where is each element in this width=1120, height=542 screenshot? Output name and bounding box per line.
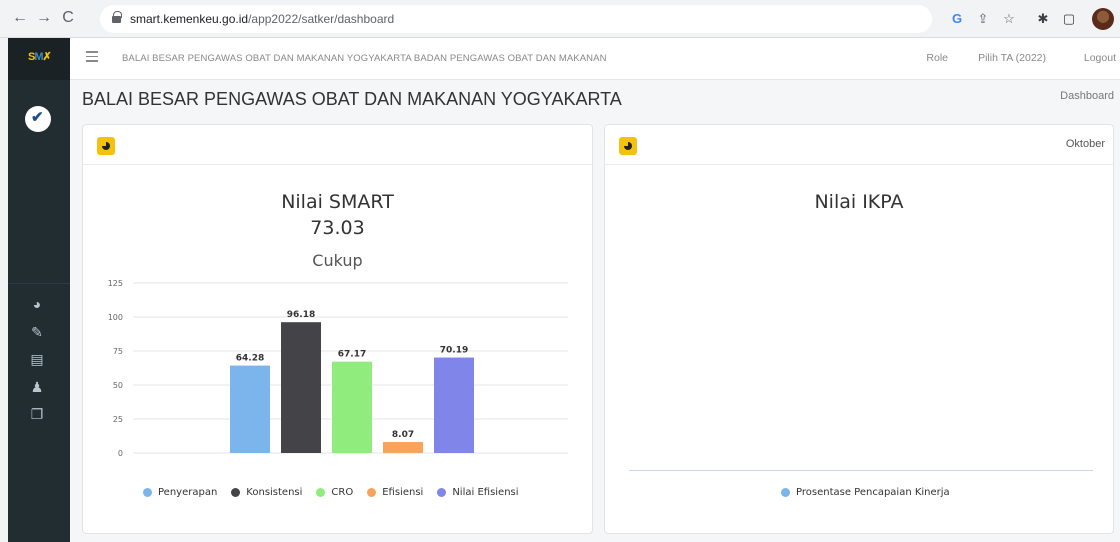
smart-score: 73.03 (310, 217, 365, 239)
sidepanel-icon[interactable]: ▢ (1060, 10, 1078, 28)
legend-dot (316, 488, 326, 497)
bar-nilai-efisiensi[interactable] (434, 357, 474, 453)
legend-item[interactable]: Nilai Efisiensi (437, 487, 519, 498)
smart-title: Nilai SMART (281, 191, 394, 213)
logout-link[interactable]: Logout (1084, 52, 1116, 64)
legend-dot (231, 488, 241, 497)
document-icon[interactable]: ▤ (27, 349, 47, 369)
legend-label: CRO (331, 487, 354, 498)
data-label: 70.19 (440, 346, 468, 356)
app-logo: SM✗ (28, 51, 52, 63)
browser-toolbar: ← → C smart.kemenkeu.go.id/app2022/satke… (0, 0, 1120, 38)
hamburger-menu-icon[interactable] (86, 51, 98, 62)
smart-category: Cukup (312, 251, 363, 270)
month-label[interactable]: Oktober (1066, 138, 1105, 150)
sidebar-divider (8, 283, 70, 284)
bar-efisiensi[interactable] (383, 442, 423, 453)
page-title: BALAI BESAR PENGAWAS OBAT DAN MAKANAN YO… (82, 89, 622, 109)
logo-area[interactable]: SM✗ (8, 38, 70, 80)
reload-icon[interactable]: C (58, 8, 78, 28)
y-tick-label: 25 (113, 415, 123, 424)
user-icon[interactable]: ♟ (27, 377, 47, 397)
app-header: BALAI BESAR PENGAWAS OBAT DAN MAKANAN YO… (70, 38, 1120, 80)
ikpa-title: Nilai IKPA (814, 191, 904, 213)
edit-icon[interactable]: ✎ (27, 322, 47, 342)
forward-icon[interactable]: → (34, 8, 54, 28)
header-title: BALAI BESAR PENGAWAS OBAT DAN MAKANAN YO… (122, 53, 607, 64)
y-tick-label: 75 (113, 347, 123, 356)
legend-dot (367, 488, 377, 497)
back-icon[interactable]: ← (10, 8, 30, 28)
legend-dot (781, 488, 790, 497)
ikpa-score-card: Oktober Nilai IKPA Prosentase Pencapaian… (604, 124, 1114, 534)
data-label: 64.28 (236, 354, 264, 364)
card-header (83, 125, 592, 165)
share-icon[interactable]: ⇪ (974, 10, 992, 28)
legend-label: Konsistensi (246, 487, 303, 498)
legend-label: Nilai Efisiensi (452, 487, 519, 498)
smart-score-card: Nilai SMART 73.03 Cukup 0 25 50 75 100 125 64.… (82, 124, 593, 534)
legend-item[interactable]: Konsistensi (231, 487, 302, 498)
legend-dot (437, 488, 447, 497)
y-tick-label: 125 (108, 279, 123, 288)
profile-avatar[interactable] (1092, 8, 1114, 30)
breadcrumb[interactable]: Dashboard (1060, 90, 1114, 102)
data-label: 67.17 (338, 350, 366, 360)
legend-item[interactable]: CRO (316, 487, 353, 498)
lock-icon (112, 11, 122, 23)
select-fiscal-year-link[interactable]: Pilih TA (2022) (978, 52, 1046, 64)
legend-label: Efisiensi (382, 487, 424, 498)
data-label: 8.07 (392, 430, 414, 440)
url-text: smart.kemenkeu.go.id/app2022/satker/dash… (130, 12, 395, 26)
legend-dot (143, 488, 152, 497)
chart-legend: Penyerapan Konsistensi CRO Efisiensi Nilai E… (143, 487, 519, 498)
legend-item[interactable]: Prosentase Pencapaian Kinerja (781, 487, 950, 498)
card-header: Oktober (605, 125, 1113, 165)
legend-label: Penyerapan (158, 487, 218, 498)
ikpa-legend: Prosentase Pencapaian Kinerja (781, 487, 950, 498)
dashboard-icon[interactable]: ◕ (27, 294, 47, 314)
kemenkeu-badge-icon: ✔ (25, 106, 51, 132)
bar-cro[interactable] (332, 361, 372, 453)
y-tick-label: 100 (108, 313, 123, 322)
pie-chart-icon (619, 137, 637, 155)
bar-penyerapan[interactable] (230, 365, 270, 453)
google-icon[interactable]: G (948, 10, 966, 28)
legend-label: Prosentase Pencapaian Kinerja (796, 487, 950, 498)
address-bar[interactable]: smart.kemenkeu.go.id/app2022/satker/dash… (100, 5, 932, 33)
data-label: 96.18 (287, 310, 315, 320)
bar-konsistensi[interactable] (281, 322, 321, 453)
copy-icon[interactable]: ❐ (27, 404, 47, 424)
ikpa-x-axis (629, 470, 1093, 471)
y-tick-label: 50 (113, 381, 123, 390)
y-tick-label: 0 (118, 449, 123, 458)
legend-item[interactable]: Efisiensi (367, 487, 423, 498)
sidebar: SM✗ ✔ ◕ ✎ ▤ ♟ ❐ (8, 38, 70, 542)
main-content: BALAI BESAR PENGAWAS OBAT DAN MAKANAN YO… (70, 80, 1120, 542)
extension-icon[interactable]: ✱ (1034, 10, 1052, 28)
role-link[interactable]: Role (926, 52, 948, 64)
legend-item[interactable]: Penyerapan (143, 487, 217, 498)
star-icon[interactable]: ☆ (1000, 10, 1018, 28)
pie-chart-icon (97, 137, 115, 155)
